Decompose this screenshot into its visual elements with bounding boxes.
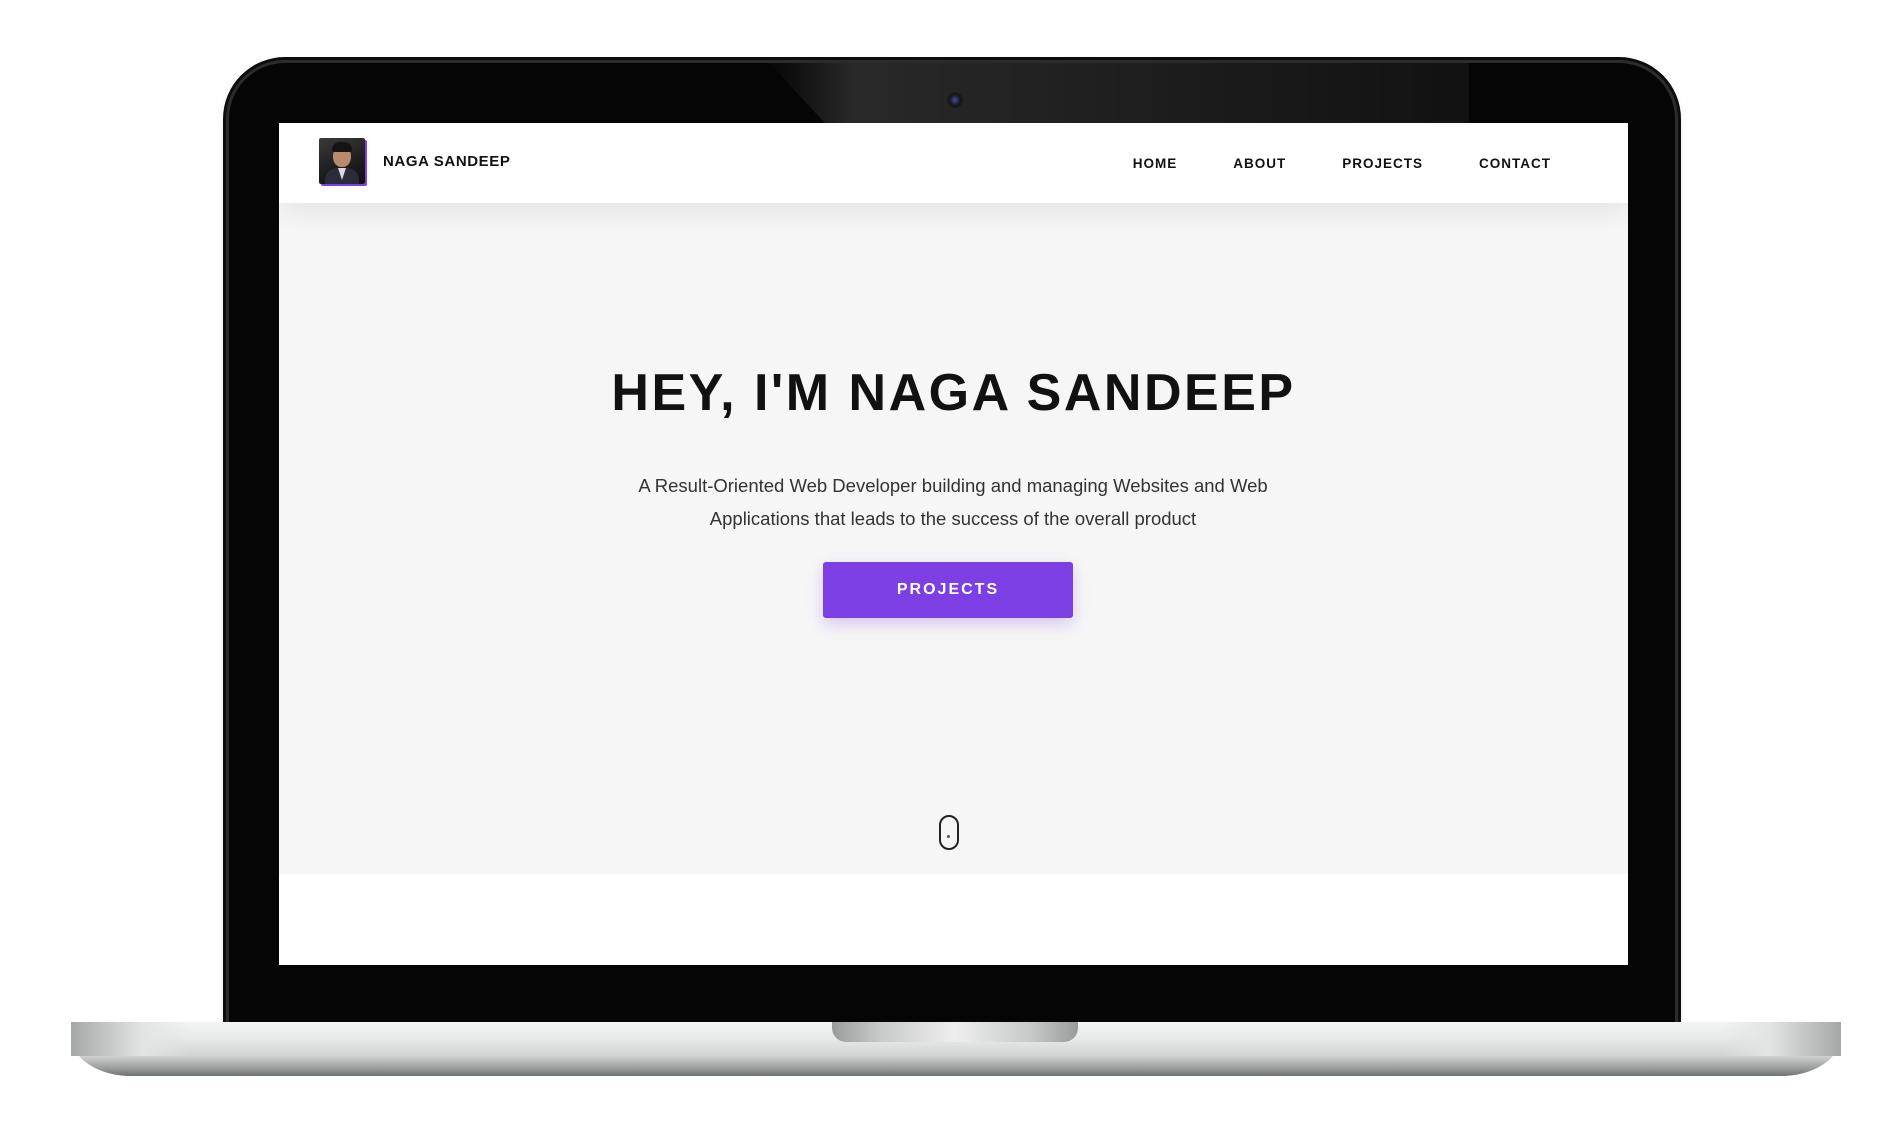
laptop-hinge-notch bbox=[832, 1022, 1078, 1042]
brand-name[interactable]: NAGA SANDEEP bbox=[383, 153, 511, 170]
mouse-wheel-dot bbox=[947, 835, 950, 838]
camera-icon bbox=[949, 94, 961, 106]
laptop-mockup: NAGA SANDEEP HOME ABOUT PROJECTS CONTACT… bbox=[0, 0, 1896, 1140]
laptop-base-edge-right bbox=[1721, 1022, 1841, 1056]
projects-button[interactable]: PROJECTS bbox=[823, 562, 1073, 618]
hero-subtitle-line-1: A Result-Oriented Web Developer building… bbox=[638, 475, 1268, 496]
mouse-scroll-icon[interactable] bbox=[939, 815, 959, 850]
avatar-hair-shape bbox=[332, 142, 352, 152]
brand[interactable]: NAGA SANDEEP bbox=[319, 138, 511, 184]
laptop-base-edge-left bbox=[71, 1022, 191, 1056]
avatar bbox=[319, 138, 365, 184]
navbar: NAGA SANDEEP HOME ABOUT PROJECTS CONTACT bbox=[279, 123, 1628, 203]
bezel-glare bbox=[769, 63, 1469, 123]
nav-link-about[interactable]: ABOUT bbox=[1233, 156, 1286, 171]
hero-subtitle-line-2: Applications that leads to the success o… bbox=[709, 508, 1197, 529]
nav-link-contact[interactable]: CONTACT bbox=[1479, 156, 1551, 171]
nav-link-home[interactable]: HOME bbox=[1133, 156, 1178, 171]
hero-section: HEY, I'M NAGA SANDEEP A Result-Oriented … bbox=[279, 203, 1628, 874]
hero-subtitle: A Result-Oriented Web Developer building… bbox=[613, 469, 1293, 535]
nav-links: HOME ABOUT PROJECTS CONTACT bbox=[1077, 123, 1551, 203]
hero-title: HEY, I'M NAGA SANDEEP bbox=[611, 364, 1296, 422]
next-section bbox=[279, 874, 1628, 965]
nav-link-projects[interactable]: PROJECTS bbox=[1342, 156, 1423, 171]
laptop-screen: NAGA SANDEEP HOME ABOUT PROJECTS CONTACT… bbox=[279, 123, 1628, 965]
